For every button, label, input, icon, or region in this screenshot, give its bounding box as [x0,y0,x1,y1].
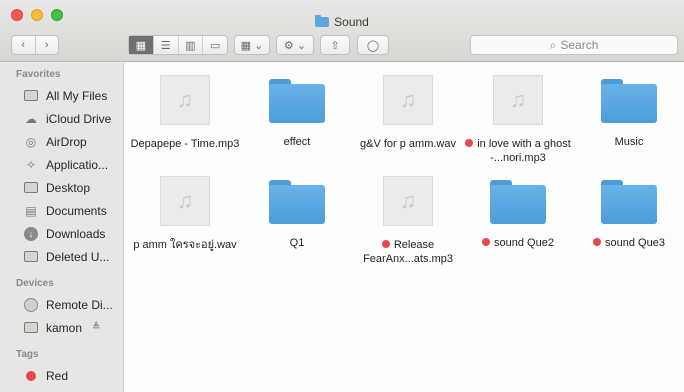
sidebar-item-label: AirDrop [46,134,87,149]
file-item[interactable]: ♫ g&V for p amm.wav [353,75,463,151]
audio-file-icon: ♫ [160,75,210,125]
search-placeholder: Search [560,38,599,52]
applications-icon: ✧ [25,157,37,172]
desktop-icon [23,181,39,195]
sidebar-item-icloud-drive[interactable]: ☁ iCloud Drive [0,107,123,130]
remote-disc-icon [23,297,39,312]
edit-tags-button[interactable]: ◯ [357,35,389,55]
file-name: sound Que2 [463,236,573,250]
cloud-icon: ☁ [25,111,37,126]
favorites-header: Favorites [16,69,61,80]
folder-icon [490,180,546,224]
folder-icon [315,15,330,27]
folder-icon [269,79,325,123]
sidebar-item-label: Downloads [46,226,106,241]
title-bar: Sound ‹ › ▦ ☰ ▥ ▭ ▦ ⌄ ⚙ ⌄ ⇧ ◯ ⌕ Search [0,0,684,62]
file-name: sound Que3 [574,236,684,250]
finder-window: Sound ‹ › ▦ ☰ ▥ ▭ ▦ ⌄ ⚙ ⌄ ⇧ ◯ ⌕ Search F… [0,0,684,392]
documents-icon: ▤ [25,203,37,218]
folder-item[interactable]: sound Que2 [463,176,573,250]
eject-icon[interactable]: ≜ [92,322,100,333]
sidebar-item-documents[interactable]: ▤ Documents [0,199,123,222]
action-gear-button[interactable]: ⚙ ⌄ [276,35,314,55]
sidebar-item-label: Remote Di... [46,297,113,312]
share-button[interactable]: ⇧ [320,35,350,55]
file-name: Q1 [289,237,305,249]
red-tag-icon [482,238,491,246]
downloads-icon: ↓ [23,226,39,241]
sidebar-item-airdrop[interactable]: ◎ AirDrop [0,130,123,153]
file-name: Release FearAnx...ats.mp3 [363,239,453,265]
audio-file-icon: ♫ [383,75,433,125]
sidebar-item-label: iCloud Drive [46,111,112,126]
file-item[interactable]: ♫ in love with a ghost -...nori.mp3 [463,75,573,165]
sidebar-item-desktop[interactable]: Desktop [0,176,123,199]
drive-icon [23,321,39,335]
icon-view-button[interactable]: ▦ [129,36,154,54]
sidebar-item-label: kamon [46,320,83,335]
sidebar-item-label: Red [46,368,69,383]
folder-item[interactable]: Music [574,75,684,149]
sidebar-item-all-my-files[interactable]: All My Files [0,84,123,107]
sidebar: Favorites All My Files ☁ iCloud Drive ◎ … [0,63,124,392]
sidebar-item-label: All My Files [46,88,108,103]
column-view-button[interactable]: ▥ [179,36,204,54]
folder-item[interactable]: sound Que3 [574,176,684,250]
folder-item[interactable]: Q1 [242,176,352,250]
folder-icon [601,180,657,224]
file-grid: ♫ Depapepe - Time.mp3 effect ♫ g&V for p… [125,63,684,392]
red-tag-icon [23,369,39,383]
sidebar-item-tag-red[interactable]: Red [0,364,123,387]
folder-icon [269,180,325,224]
sidebar-item-label: Applicatio... [46,157,109,172]
red-tag-icon [465,139,474,147]
red-tag-icon [381,240,390,248]
back-button[interactable]: ‹ [12,39,35,51]
forward-button[interactable]: › [35,39,58,51]
airdrop-icon: ◎ [25,134,37,149]
list-view-button[interactable]: ☰ [154,36,179,54]
sidebar-item-label: Documents [46,203,107,218]
file-item[interactable]: ♫ Depapepe - Time.mp3 [130,75,240,151]
all-files-icon [23,89,39,103]
file-name: effect [283,136,311,148]
nav-buttons: ‹ › [11,35,59,55]
search-field[interactable]: ⌕ Search [470,35,678,55]
search-icon: ⌕ [549,37,557,52]
folder-icon [601,79,657,123]
file-name: Depapepe - Time.mp3 [130,138,240,150]
tags-header: Tags [16,349,39,360]
file-name: in love with a ghost -...nori.mp3 [463,137,573,165]
file-item[interactable]: ♫ p amm ใครจะอยู่.wav [130,176,240,252]
sidebar-item-downloads[interactable]: ↓ Downloads [0,222,123,245]
arrange-button[interactable]: ▦ ⌄ [234,35,270,55]
file-name: Music [614,136,644,148]
sidebar-item-applications[interactable]: ✧ Applicatio... [0,153,123,176]
file-item[interactable]: ♫ Release FearAnx...ats.mp3 [353,176,463,266]
folder-icon [23,250,39,264]
audio-file-icon: ♫ [383,176,433,226]
file-name: g&V for p amm.wav [360,138,456,150]
sidebar-item-deleted-users[interactable]: Deleted U... [0,245,123,268]
file-name: p amm ใครจะอยู่.wav [133,239,237,251]
sidebar-item-remote-disc[interactable]: Remote Di... [0,293,123,316]
devices-header: Devices [16,278,54,289]
sidebar-item-kamon[interactable]: kamon ≜ [0,316,123,339]
audio-file-icon: ♫ [493,75,543,125]
sidebar-item-label: Deleted U... [46,249,110,264]
sidebar-item-label: Desktop [46,180,91,195]
red-tag-icon [593,238,602,246]
window-title-text: Sound [334,15,369,29]
audio-file-icon: ♫ [160,176,210,226]
window-title: Sound [0,15,684,29]
coverflow-view-button[interactable]: ▭ [203,36,227,54]
view-mode-buttons: ▦ ☰ ▥ ▭ [128,35,228,55]
folder-item[interactable]: effect [242,75,352,149]
